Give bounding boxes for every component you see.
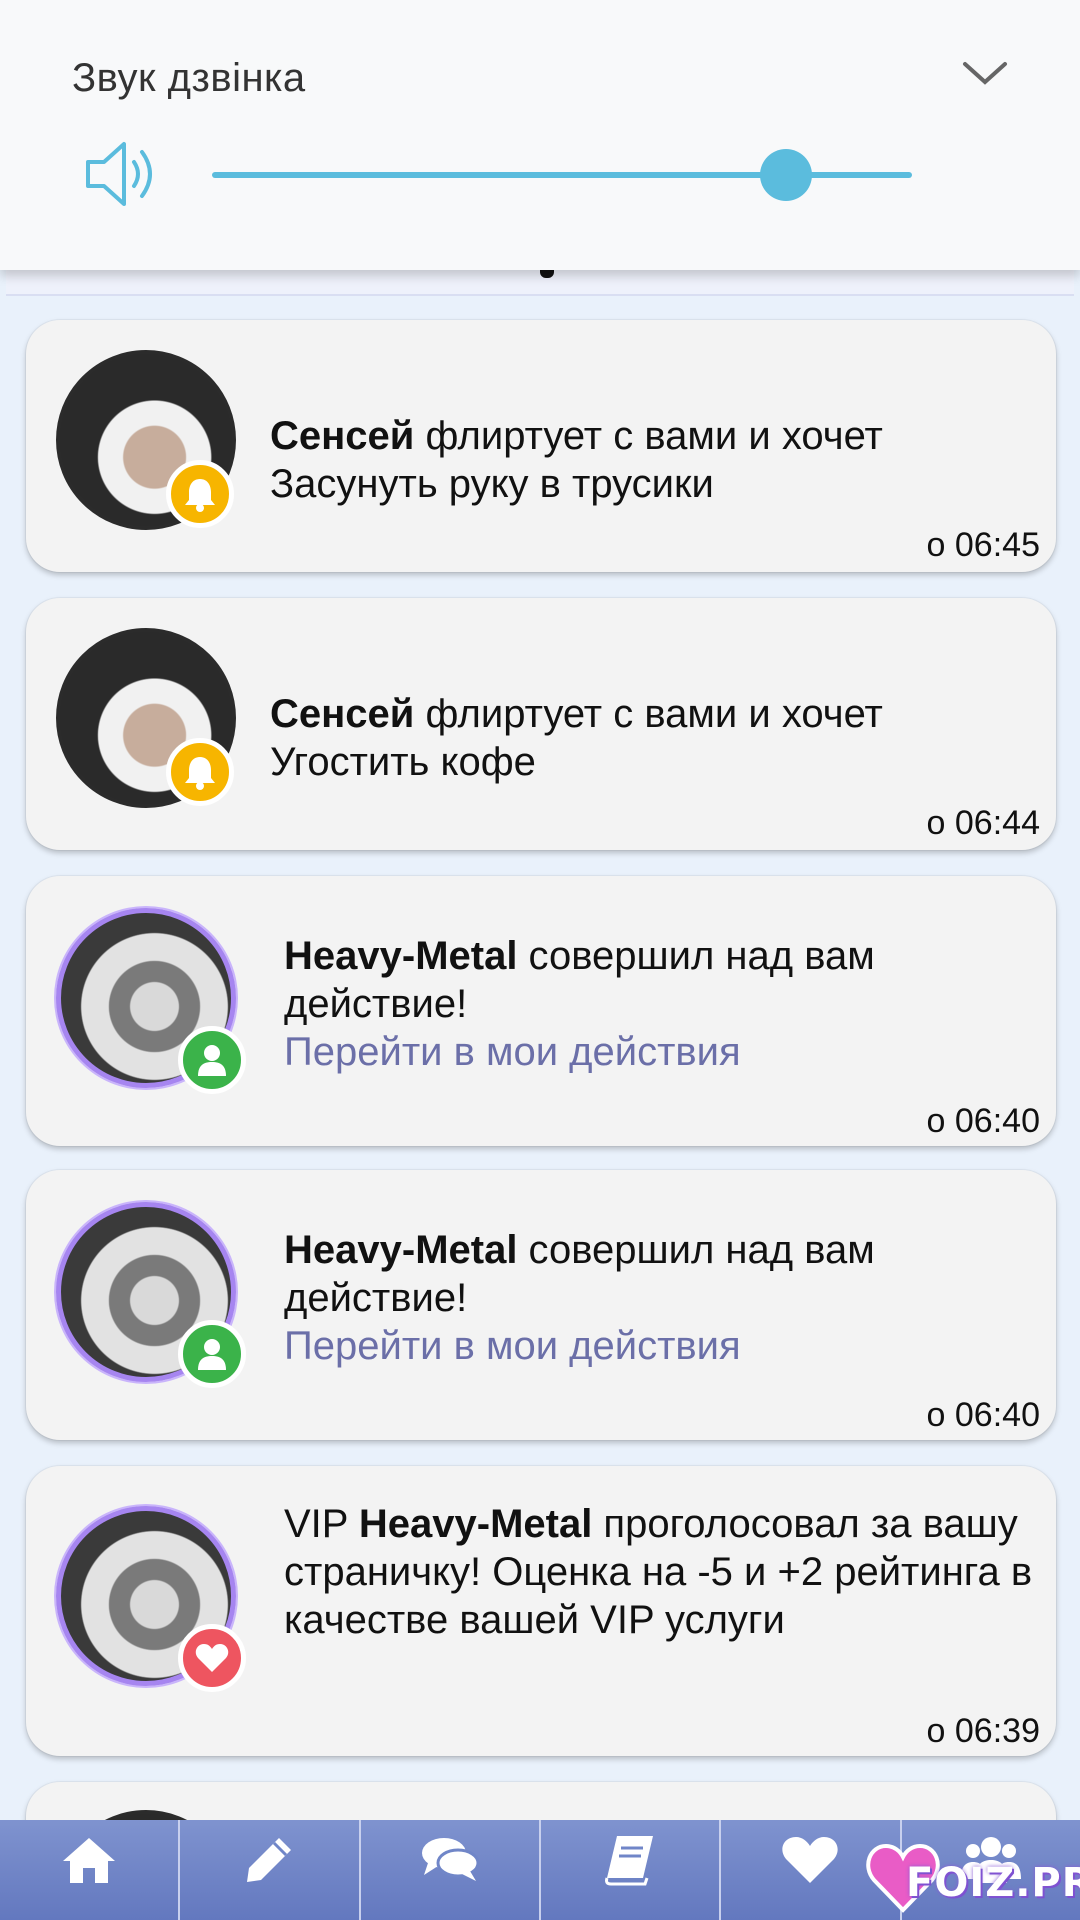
sender-name[interactable]: Heavy-Metal xyxy=(359,1502,592,1546)
volume-slider-thumb[interactable] xyxy=(760,149,812,201)
heart-icon xyxy=(178,1624,246,1692)
sender-name[interactable]: Heavy-Metal xyxy=(284,934,517,978)
volume-panel: Звук дзвінка xyxy=(0,0,1080,270)
bell-icon xyxy=(166,738,234,806)
timestamp: о 06:40 xyxy=(926,1396,1040,1434)
notification-card[interactable]: VIP Heavy-Metal проголосовал за вашу стр… xyxy=(26,1466,1056,1756)
nav-home[interactable] xyxy=(0,1820,181,1920)
bell-icon xyxy=(166,460,234,528)
chat-icon xyxy=(421,1838,480,1881)
pencil-icon xyxy=(247,1838,292,1882)
nav-edit[interactable] xyxy=(180,1820,361,1920)
nav-diary[interactable] xyxy=(541,1820,722,1920)
notification-card[interactable]: Сенсей флиртует с вами и хочет Угостить … xyxy=(26,598,1056,850)
volume-title: Звук дзвінка xyxy=(72,56,306,100)
chevron-down-icon[interactable] xyxy=(962,58,1008,88)
notification-card[interactable]: Heavy-Metal совершил над вам действие! П… xyxy=(26,876,1056,1146)
user-icon xyxy=(178,1320,246,1388)
sender-name[interactable]: Сенсей xyxy=(270,414,414,458)
notification-card[interactable]: Heavy-Metal совершил над вам действие! П… xyxy=(26,1170,1056,1440)
my-actions-link[interactable]: Перейти в мои действия xyxy=(284,1028,1034,1076)
watermark-logo: FOIZ.PRO xyxy=(866,1842,1080,1914)
speaker-icon[interactable] xyxy=(84,138,160,210)
heart-icon xyxy=(782,1837,839,1883)
sender-name[interactable]: Сенсей xyxy=(270,692,414,736)
user-icon xyxy=(178,1026,246,1094)
vip-prefix: VIP xyxy=(284,1502,359,1546)
book-icon xyxy=(605,1836,654,1886)
notification-card[interactable]: Сенсей флиртует с вами и хочет Засунуть … xyxy=(26,320,1056,572)
nav-chat[interactable] xyxy=(361,1820,541,1920)
timestamp: о 06:39 xyxy=(926,1712,1040,1750)
home-icon xyxy=(63,1838,116,1883)
watermark-text: FOIZ.PRO xyxy=(906,1860,1080,1906)
timestamp: о 06:44 xyxy=(926,804,1040,842)
timestamp: о 06:45 xyxy=(926,526,1040,564)
sender-name[interactable]: Heavy-Metal xyxy=(284,1228,517,1272)
timestamp: о 06:40 xyxy=(926,1102,1040,1140)
my-actions-link[interactable]: Перейти в мои действия xyxy=(284,1322,1034,1370)
